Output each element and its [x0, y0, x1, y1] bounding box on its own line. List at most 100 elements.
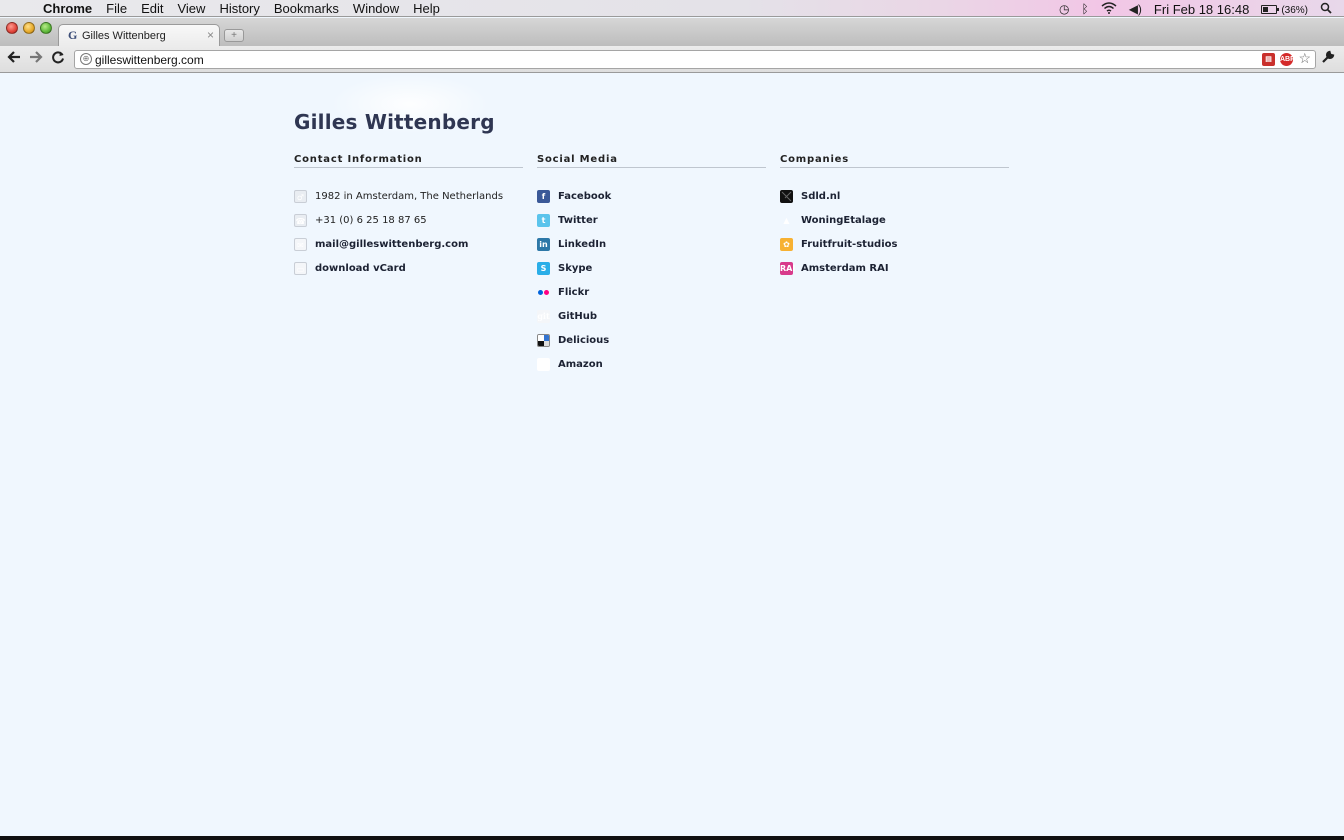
spotlight-icon[interactable]	[1320, 2, 1332, 18]
woningetalage-link[interactable]: WoningEtalage	[801, 215, 886, 227]
list-item: Delicious	[537, 334, 766, 359]
linkedin-link[interactable]: LinkedIn	[558, 239, 606, 251]
menu-bar: Chrome File Edit View History Bookmarks …	[0, 0, 1344, 17]
list-item: S Skype	[537, 262, 766, 287]
menu-bookmarks[interactable]: Bookmarks	[274, 1, 339, 16]
wifi-icon[interactable]	[1101, 1, 1117, 18]
list-item: a Amazon	[537, 358, 766, 383]
list-item: ✿ Fruitfruit-studios	[780, 238, 1009, 263]
web-page: Gilles Wittenberg Contact Information ♂ …	[0, 74, 1344, 836]
list-item: ♂ 1982 in Amsterdam, The Netherlands	[294, 190, 523, 215]
forward-button[interactable]	[29, 50, 43, 69]
menu-history[interactable]: History	[219, 1, 259, 16]
menu-window[interactable]: Window	[353, 1, 399, 16]
twitter-link[interactable]: Twitter	[558, 215, 598, 227]
time-machine-icon[interactable]: ◷	[1059, 2, 1069, 17]
contact-column: Contact Information ♂ 1982 in Amsterdam,…	[294, 154, 523, 287]
list-item: Flickr	[537, 287, 766, 311]
phone-number: +31 (0) 6 25 18 87 65	[315, 215, 427, 226]
list-item: Sdld.nl	[780, 190, 1009, 215]
battery-icon	[1261, 5, 1280, 15]
twitter-icon: t	[537, 214, 550, 227]
rai-icon: RAI	[780, 262, 796, 275]
tab-strip: G Gilles Wittenberg × +	[0, 18, 1344, 46]
list-item: RAI Amsterdam RAI	[780, 262, 1009, 287]
companies-heading: Companies	[780, 154, 1009, 168]
vcard-icon: ▭	[294, 262, 307, 275]
list-item: ▭ download vCard	[294, 262, 523, 287]
bookmark-star-icon[interactable]: ☆	[1298, 50, 1311, 67]
sdld-link[interactable]: Sdld.nl	[801, 191, 840, 203]
social-column: Social Media f Facebook t Twitter in Lin…	[537, 154, 766, 383]
delicious-link[interactable]: Delicious	[558, 335, 609, 347]
browser-toolbar: ⊕ gilleswittenberg.com ▤ ABP ☆	[0, 46, 1344, 73]
status-area: ◷ ᛒ ◀) Fri Feb 18 16:48 (36%)	[1047, 1, 1332, 18]
minimize-window-button[interactable]	[23, 22, 35, 34]
amazon-icon: a	[537, 358, 550, 371]
pdf-extension-icon[interactable]: ▤	[1262, 53, 1275, 66]
globe-icon: ⊕	[80, 53, 92, 65]
facebook-link[interactable]: Facebook	[558, 191, 611, 203]
birth-info: 1982 in Amsterdam, The Netherlands	[315, 191, 504, 202]
favicon-icon: G	[68, 28, 78, 42]
battery-indicator[interactable]: (36%)	[1261, 1, 1308, 18]
url-text[interactable]: gilleswittenberg.com	[95, 53, 204, 67]
phone-icon: ☎	[294, 214, 307, 227]
menu-list: Chrome File Edit View History Bookmarks …	[43, 1, 454, 16]
list-item: ☎ +31 (0) 6 25 18 87 65	[294, 214, 523, 239]
list-item: ✉ mail@gilleswittenberg.com	[294, 238, 523, 263]
contact-heading: Contact Information	[294, 154, 523, 168]
list-item: git GitHub	[537, 310, 766, 335]
list-item: f Facebook	[537, 190, 766, 215]
sdld-icon	[780, 190, 793, 203]
companies-list: Sdld.nl ▲ WoningEtalage ✿ Fruitfruit-stu…	[780, 190, 1009, 287]
amazon-link[interactable]: Amazon	[558, 359, 603, 371]
skype-link[interactable]: Skype	[558, 263, 592, 275]
list-item: t Twitter	[537, 214, 766, 239]
menu-help[interactable]: Help	[413, 1, 440, 16]
close-window-button[interactable]	[6, 22, 18, 34]
battery-percent: (36%)	[1281, 5, 1308, 16]
delicious-icon	[537, 334, 550, 347]
bottom-edge	[0, 836, 1344, 840]
back-button[interactable]	[7, 50, 21, 69]
address-bar[interactable]: ⊕ gilleswittenberg.com ▤ ABP ☆	[74, 50, 1316, 69]
menu-view[interactable]: View	[177, 1, 205, 16]
download-vcard-link[interactable]: download vCard	[315, 263, 406, 275]
social-list: f Facebook t Twitter in LinkedIn S Skype…	[537, 190, 766, 383]
list-item: in LinkedIn	[537, 238, 766, 263]
linkedin-icon: in	[537, 238, 550, 251]
menu-file[interactable]: File	[106, 1, 127, 16]
skype-icon: S	[537, 262, 550, 275]
list-item: ▲ WoningEtalage	[780, 215, 1009, 239]
fruitfruit-icon: ✿	[780, 238, 793, 251]
wrench-menu-icon[interactable]	[1321, 50, 1335, 67]
bluetooth-icon[interactable]: ᛒ	[1081, 2, 1088, 17]
clock[interactable]: Fri Feb 18 16:48	[1154, 2, 1249, 17]
contact-list: ♂ 1982 in Amsterdam, The Netherlands ☎ +…	[294, 190, 523, 287]
male-icon: ♂	[294, 190, 307, 203]
flickr-icon	[537, 286, 550, 299]
companies-column: Companies Sdld.nl ▲ WoningEtalage ✿ Frui…	[780, 154, 1009, 287]
zoom-window-button[interactable]	[40, 22, 52, 34]
amsterdam-rai-link[interactable]: Amsterdam RAI	[801, 263, 889, 275]
tab-close-icon[interactable]: ×	[207, 28, 214, 42]
tab-title: Gilles Wittenberg	[82, 30, 166, 42]
mail-icon: ✉	[294, 238, 307, 251]
page-title: Gilles Wittenberg	[294, 110, 495, 134]
fruitfruit-link[interactable]: Fruitfruit-studios	[801, 239, 897, 251]
github-icon: git	[537, 310, 550, 323]
flickr-link[interactable]: Flickr	[558, 287, 589, 299]
menu-edit[interactable]: Edit	[141, 1, 163, 16]
social-heading: Social Media	[537, 154, 766, 168]
facebook-icon: f	[537, 190, 550, 203]
github-link[interactable]: GitHub	[558, 311, 597, 323]
new-tab-button[interactable]: +	[224, 29, 244, 42]
adblock-extension-icon[interactable]: ABP	[1280, 53, 1295, 66]
menu-chrome[interactable]: Chrome	[43, 1, 92, 16]
volume-icon[interactable]: ◀)	[1129, 2, 1142, 17]
reload-button[interactable]	[51, 50, 65, 69]
tab-gilles-wittenberg[interactable]: G Gilles Wittenberg ×	[58, 24, 220, 46]
woningetalage-icon: ▲	[783, 216, 790, 225]
email-link[interactable]: mail@gilleswittenberg.com	[315, 239, 468, 251]
